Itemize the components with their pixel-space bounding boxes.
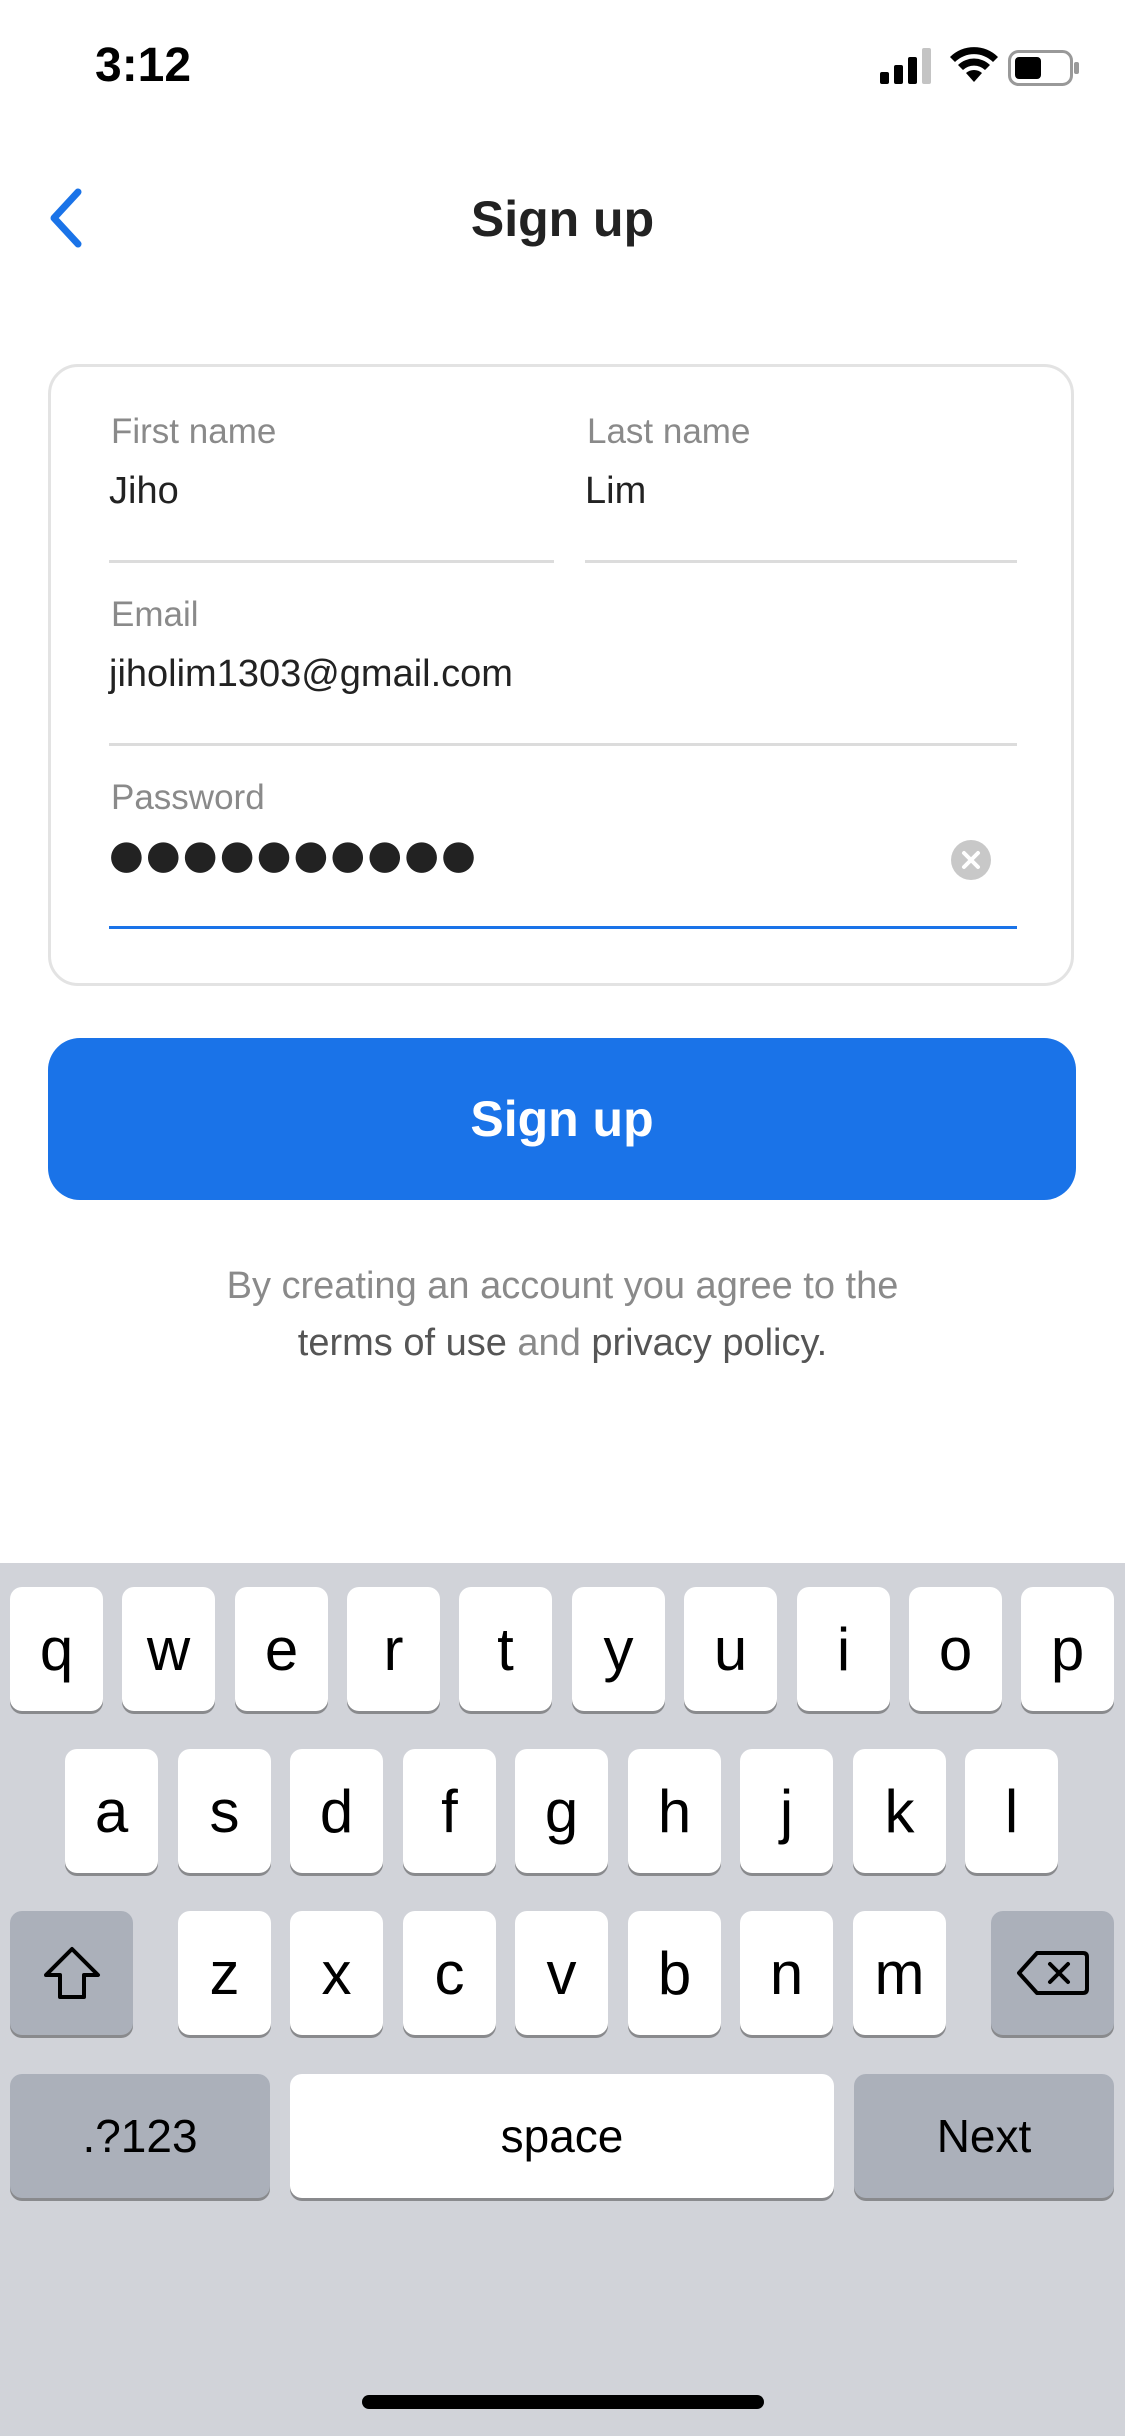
- key-t[interactable]: t: [459, 1587, 552, 1711]
- shift-key[interactable]: [10, 1911, 133, 2035]
- key-e[interactable]: e: [235, 1587, 328, 1711]
- first-name-underline: [109, 560, 554, 563]
- key-h[interactable]: h: [628, 1749, 721, 1873]
- key-d[interactable]: d: [290, 1749, 383, 1873]
- home-indicator: [362, 2395, 764, 2409]
- status-time: 3:12: [95, 39, 192, 92]
- signup-button[interactable]: Sign up: [48, 1038, 1076, 1200]
- password-underline: [109, 926, 1017, 929]
- email-input[interactable]: jiholim1303@gmail.com: [109, 653, 513, 696]
- space-key[interactable]: space: [290, 2074, 834, 2198]
- key-g[interactable]: g: [515, 1749, 608, 1873]
- battery-icon: [1008, 50, 1079, 86]
- last-name-input[interactable]: Lim: [585, 470, 646, 513]
- key-r[interactable]: r: [347, 1587, 440, 1711]
- key-s[interactable]: s: [178, 1749, 271, 1873]
- page-title: Sign up: [470, 191, 655, 247]
- next-key[interactable]: Next: [854, 2074, 1114, 2198]
- backspace-icon: [1016, 1951, 1089, 1995]
- privacy-policy-link[interactable]: privacy policy: [591, 1322, 816, 1364]
- numbers-key[interactable]: .?123: [10, 2074, 270, 2198]
- terms-text: By creating an account you agree to the: [226, 1265, 899, 1307]
- terms-text-line2: terms of use and privacy policy.: [0, 1322, 1125, 1365]
- terms-of-use-link[interactable]: terms of use: [298, 1322, 507, 1364]
- last-name-underline: [585, 560, 1017, 563]
- key-v[interactable]: v: [515, 1911, 608, 2035]
- key-p[interactable]: p: [1021, 1587, 1114, 1711]
- terms-period: .: [816, 1322, 828, 1364]
- key-y[interactable]: y: [572, 1587, 665, 1711]
- key-c[interactable]: c: [403, 1911, 496, 2035]
- first-name-label: First name: [111, 412, 277, 451]
- key-k[interactable]: k: [853, 1749, 946, 1873]
- email-label: Email: [111, 595, 199, 634]
- key-o[interactable]: o: [909, 1587, 1002, 1711]
- terms-and-text: and: [517, 1322, 581, 1364]
- key-w[interactable]: w: [122, 1587, 215, 1711]
- last-name-label: Last name: [587, 412, 751, 451]
- shift-icon: [43, 1947, 100, 1999]
- key-x[interactable]: x: [290, 1911, 383, 2035]
- backspace-key[interactable]: [991, 1911, 1114, 2035]
- wifi-icon: [950, 47, 998, 82]
- key-q[interactable]: q: [10, 1587, 103, 1711]
- key-f[interactable]: f: [403, 1749, 496, 1873]
- key-j[interactable]: j: [740, 1749, 833, 1873]
- keyboard: q w e r t y u i o p a s d f g h j k l z …: [0, 1563, 1125, 2436]
- first-name-input[interactable]: Jiho: [109, 470, 179, 513]
- key-i[interactable]: i: [797, 1587, 890, 1711]
- key-l[interactable]: l: [965, 1749, 1058, 1873]
- key-n[interactable]: n: [740, 1911, 833, 2035]
- key-m[interactable]: m: [853, 1911, 946, 2035]
- key-z[interactable]: z: [178, 1911, 271, 2035]
- email-underline: [109, 743, 1017, 746]
- clear-password-button[interactable]: [951, 840, 991, 880]
- key-u[interactable]: u: [684, 1587, 777, 1711]
- key-a[interactable]: a: [65, 1749, 158, 1873]
- cellular-signal-icon: [880, 48, 931, 84]
- close-icon: [962, 851, 980, 869]
- key-b[interactable]: b: [628, 1911, 721, 2035]
- password-input[interactable]: ●●●●●●●●●●: [109, 832, 478, 878]
- password-label: Password: [111, 778, 265, 817]
